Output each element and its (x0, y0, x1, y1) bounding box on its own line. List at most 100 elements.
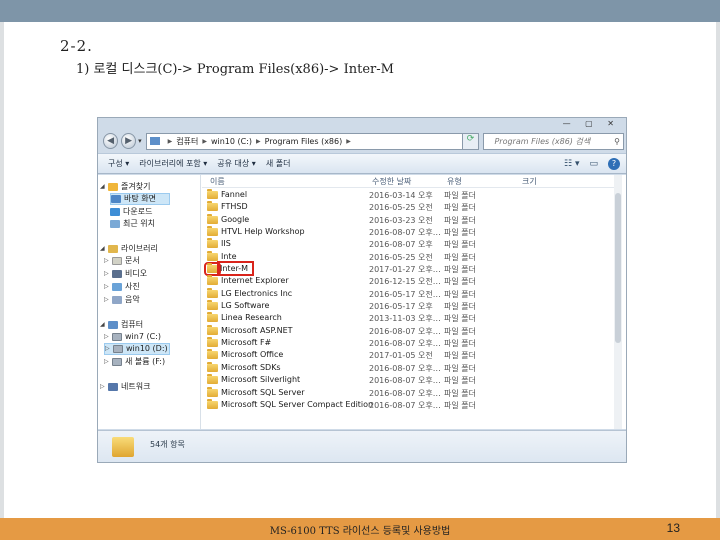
nav-item-computer[interactable]: ◢ 컴퓨터 (100, 319, 143, 331)
file-row[interactable]: Fannel 2016-03-14 오후 파일 폴더 (202, 189, 622, 201)
column-header: 이름 수정한 날짜 유형 크기 (202, 175, 622, 188)
file-type: 파일 폴더 (444, 302, 476, 312)
file-row[interactable]: Microsoft Office 2017-01-05 오전 파일 폴더 (202, 349, 622, 361)
file-name: Microsoft SQL Server Compact Edition (221, 399, 374, 409)
help-icon[interactable]: ? (608, 157, 620, 170)
refresh-icon[interactable]: ⟳ (462, 132, 480, 150)
column-type[interactable]: 유형 (447, 176, 462, 187)
nav-item-drive-f[interactable]: ▷ 새 볼륨 (F:) (104, 356, 165, 368)
recent-icon (110, 220, 120, 228)
column-name[interactable]: 이름 (210, 176, 225, 187)
drive-icon (112, 333, 122, 341)
file-row[interactable]: Microsoft Silverlight 2016-08-07 오후… 파일 폴더 (202, 374, 622, 386)
file-type: 파일 폴더 (444, 388, 476, 398)
file-row[interactable]: IIS 2016-08-07 오후 파일 폴더 (202, 238, 622, 250)
title-bar: — ▢ ✕ (98, 118, 626, 130)
file-row[interactable]: Inter-M 2017-01-27 오후… 파일 폴더 (202, 261, 622, 277)
nav-item-music[interactable]: ▷ 음악 (104, 294, 140, 306)
file-row[interactable]: Microsoft SQL Server Compact Edition 2016… (202, 398, 622, 411)
file-name: FTHSD (221, 202, 248, 212)
file-date: 2016-08-07 오후… (369, 400, 441, 410)
scrollbar-thumb[interactable] (615, 193, 621, 343)
window-controls[interactable]: — ▢ ✕ (563, 119, 620, 128)
file-row[interactable]: Microsoft SDKs 2016-08-07 오후… 파일 폴더 (202, 361, 622, 374)
file-row[interactable]: HTVL Help Workshop 2016-08-07 오후… 파일 폴더 (202, 226, 622, 238)
file-row[interactable]: Linea Research 2013-11-03 오후… 파일 폴더 (202, 312, 622, 324)
nav-item-drive-d[interactable]: ▷ win10 (D:) (104, 343, 170, 355)
preview-pane-icon[interactable]: ▭ (589, 159, 598, 169)
file-row[interactable]: LG Electronics Inc 2016-05-17 오전… 파일 폴더 (202, 287, 622, 300)
nav-item-pictures[interactable]: ▷ 사진 (104, 281, 140, 293)
item-count: 54개 항목 (150, 440, 185, 449)
file-date: 2013-11-03 오후… (369, 314, 441, 324)
file-date: 2016-08-07 오후… (369, 388, 441, 398)
file-name: Microsoft Office (221, 350, 284, 360)
slide-title: 2-2. (60, 37, 93, 55)
nav-item-videos[interactable]: ▷ 비디오 (104, 268, 147, 280)
file-date: 2016-05-17 오전… (369, 289, 441, 299)
organize-button[interactable]: 구성 ▾ (108, 158, 129, 169)
nav-item-favorites[interactable]: ◢ 즐겨찾기 (100, 181, 150, 193)
breadcrumb-drive[interactable]: win10 (C:) (211, 137, 252, 146)
file-type: 파일 폴더 (444, 277, 476, 287)
file-row[interactable]: Microsoft ASP.NET 2016-08-07 오후… 파일 폴더 (202, 324, 622, 337)
file-row[interactable]: FTHSD 2016-05-25 오전 파일 폴더 (202, 201, 622, 213)
file-date: 2017-01-05 오전 (369, 351, 433, 361)
picture-icon (112, 283, 122, 291)
explorer-window: — ▢ ✕ ◀ ▶ ▾ ▶ 컴퓨터 ▶ win10 (C:) ▶ Program… (97, 117, 627, 463)
network-icon (108, 383, 118, 391)
file-row[interactable]: Internet Explorer 2016-12-15 오전… 파일 폴더 (202, 275, 622, 287)
share-with-button[interactable]: 공유 대상 ▾ (217, 158, 256, 169)
nav-item-network[interactable]: ▷ 네트워크 (100, 381, 150, 393)
file-name: Internet Explorer (221, 276, 289, 286)
history-dropdown-icon[interactable]: ▾ (138, 137, 142, 145)
nav-item-documents[interactable]: ▷ 문서 (104, 255, 140, 267)
file-row[interactable]: Inte 2016-05-25 오전 파일 폴더 (202, 250, 622, 263)
breadcrumb-computer[interactable]: 컴퓨터 (176, 136, 198, 147)
file-row[interactable]: Google 2016-03-23 오전 파일 폴더 (202, 213, 622, 226)
nav-item-recent[interactable]: 최근 위치 (110, 218, 155, 230)
back-arrow-icon[interactable]: ◀ (103, 133, 119, 149)
breadcrumb-program-files[interactable]: Program Files (x86) (265, 137, 343, 146)
nav-item-desktop[interactable]: 바탕 화면 (110, 193, 170, 205)
address-input[interactable]: ▶ 컴퓨터 ▶ win10 (C:) ▶ Program Files (x86)… (145, 132, 463, 150)
folder-icon (207, 238, 218, 249)
column-size[interactable]: 크기 (522, 176, 537, 187)
include-in-library-button[interactable]: 라이브러리에 포함 ▾ (139, 158, 207, 169)
vertical-scrollbar[interactable] (614, 175, 622, 429)
command-bar: 구성 ▾ 라이브러리에 포함 ▾ 공유 대상 ▾ 새 폴더 ☷ ▾ ▭ ? (98, 153, 626, 174)
file-name: Microsoft SQL Server (221, 387, 305, 397)
file-date: 2016-08-07 오후… (369, 326, 441, 336)
column-date[interactable]: 수정한 날짜 (372, 176, 411, 187)
file-date: 2016-08-07 오후… (369, 376, 441, 386)
file-row[interactable]: Microsoft SQL Server 2016-08-07 오후… 파일 폴더 (202, 386, 622, 399)
nav-item-drive-c[interactable]: ▷ win7 (C:) (104, 331, 161, 343)
file-type: 파일 폴더 (444, 339, 476, 349)
file-type: 파일 폴더 (444, 240, 476, 250)
file-row[interactable]: LG Software 2016-05-17 오후 파일 폴더 (202, 300, 622, 312)
search-icon: ⚲ (614, 136, 620, 146)
nav-item-libraries[interactable]: ◢ 라이브러리 (100, 243, 158, 255)
folder-icon (207, 300, 218, 311)
footer-text: MS-6100 TTS 라이선스 등록및 사용방법 (269, 526, 451, 537)
nav-item-downloads[interactable]: 다운로드 (110, 206, 152, 218)
forward-arrow-icon[interactable]: ▶ (121, 133, 137, 149)
view-options-icon[interactable]: ☷ ▾ (564, 159, 579, 169)
top-band (0, 0, 720, 22)
computer-icon (149, 137, 160, 145)
file-name: Linea Research (221, 313, 282, 323)
file-row[interactable]: Microsoft F# 2016-08-07 오후… 파일 폴더 (202, 337, 622, 349)
folder-icon (207, 213, 218, 224)
file-type: 파일 폴더 (444, 228, 476, 238)
folder-icon (207, 226, 218, 237)
folder-icon (207, 189, 218, 199)
file-date: 2016-08-07 오후… (369, 363, 441, 373)
file-type: 파일 폴더 (444, 363, 476, 373)
library-icon (108, 245, 118, 253)
file-name: Microsoft F# (221, 338, 272, 348)
navigation-pane: ◢ 즐겨찾기 바탕 화면 다운로드 최근 위치 ◢ 라이브러리 ▷ 문서 ▷ 비디오 ▷… (98, 175, 201, 429)
folder-icon (207, 312, 218, 323)
search-input[interactable]: Program Files (x86) 검색 ⚲ (483, 132, 624, 150)
drive-icon (112, 358, 122, 366)
new-folder-button[interactable]: 새 폴더 (266, 158, 291, 169)
